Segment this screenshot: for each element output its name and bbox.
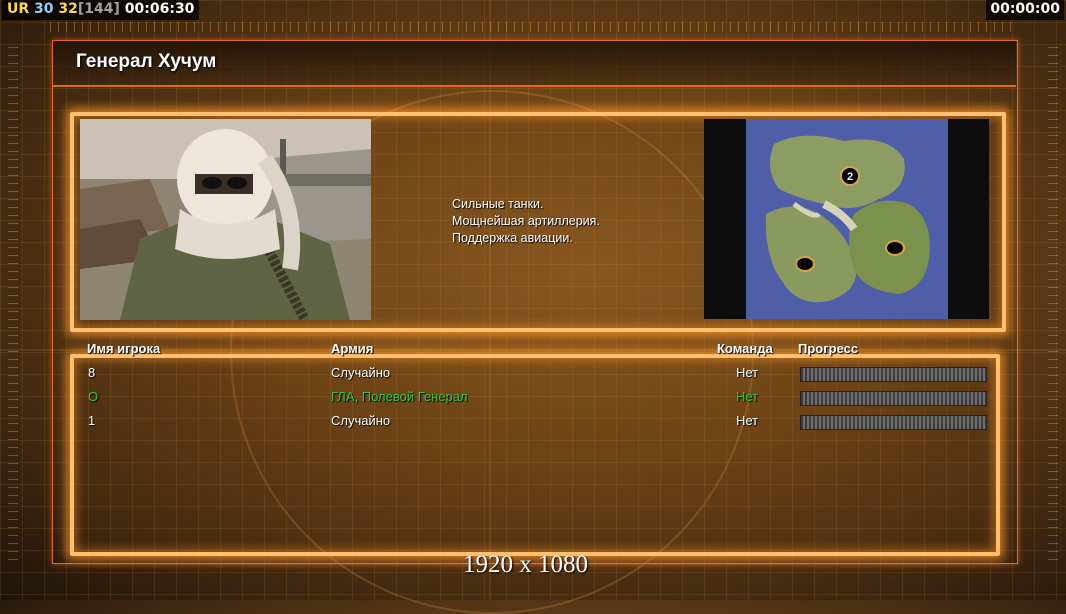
resolution-label: 1920 x 1080 <box>463 551 588 578</box>
player-team: Нет <box>736 389 759 404</box>
player-row: 8 Случайно Нет <box>80 362 990 384</box>
player-team: Нет <box>736 413 759 428</box>
title-divider <box>53 85 1016 87</box>
description-line: Мощнейшая артиллерия. <box>452 214 600 228</box>
players-panel <box>70 354 1000 556</box>
hud-bracket-value: [144] <box>77 1 120 17</box>
hud-stats: UR 30 32[144] 00:06:30 <box>2 0 200 20</box>
hud-elapsed-time: 00:06:30 <box>124 1 195 17</box>
minimap-image: 2 <box>704 119 989 319</box>
portrait-image <box>80 119 371 320</box>
progress-fill <box>801 416 986 429</box>
player-army: ГЛА, Полевой Генерал <box>331 389 468 404</box>
player-name: 1 <box>88 413 96 428</box>
general-title: Генерал Хучум <box>76 51 217 72</box>
player-army: Случайно <box>331 365 391 380</box>
header-player-name: Имя игрока <box>87 341 161 356</box>
loading-progress-bar <box>800 391 987 406</box>
map-preview: 2 <box>704 119 989 319</box>
hud-fps-secondary: 32 <box>58 1 78 17</box>
header-army: Армия <box>331 341 374 356</box>
start-position-marker <box>885 240 905 256</box>
hud-timer: 00:00:00 <box>986 0 1064 20</box>
general-portrait <box>80 119 371 320</box>
player-team: Нет <box>736 365 759 380</box>
hud-tag: UR <box>7 1 30 17</box>
loading-progress-bar <box>800 415 987 430</box>
ruler-top <box>50 22 1016 32</box>
player-row: O ГЛА, Полевой Генерал Нет <box>80 386 990 408</box>
player-row: 1 Случайно Нет <box>80 410 990 432</box>
description-line: Сильные танки. <box>452 197 544 211</box>
hud-fps: 30 <box>34 1 54 17</box>
description-line: Поддержка авиации. <box>452 231 573 245</box>
start-position-label: 2 <box>847 171 853 183</box>
ruler-right <box>1048 40 1058 560</box>
player-name: O <box>88 389 99 404</box>
header-progress: Прогресс <box>798 341 859 356</box>
progress-fill <box>801 368 986 381</box>
ruler-left <box>8 40 18 560</box>
player-army: Случайно <box>331 413 391 428</box>
progress-fill <box>801 392 986 405</box>
loading-progress-bar <box>800 367 987 382</box>
general-description: Сильные танки. Мощнейшая артиллерия. Под… <box>452 196 600 247</box>
start-position-marker <box>795 256 815 272</box>
player-name: 8 <box>88 365 96 380</box>
header-team: Команда <box>717 341 773 356</box>
